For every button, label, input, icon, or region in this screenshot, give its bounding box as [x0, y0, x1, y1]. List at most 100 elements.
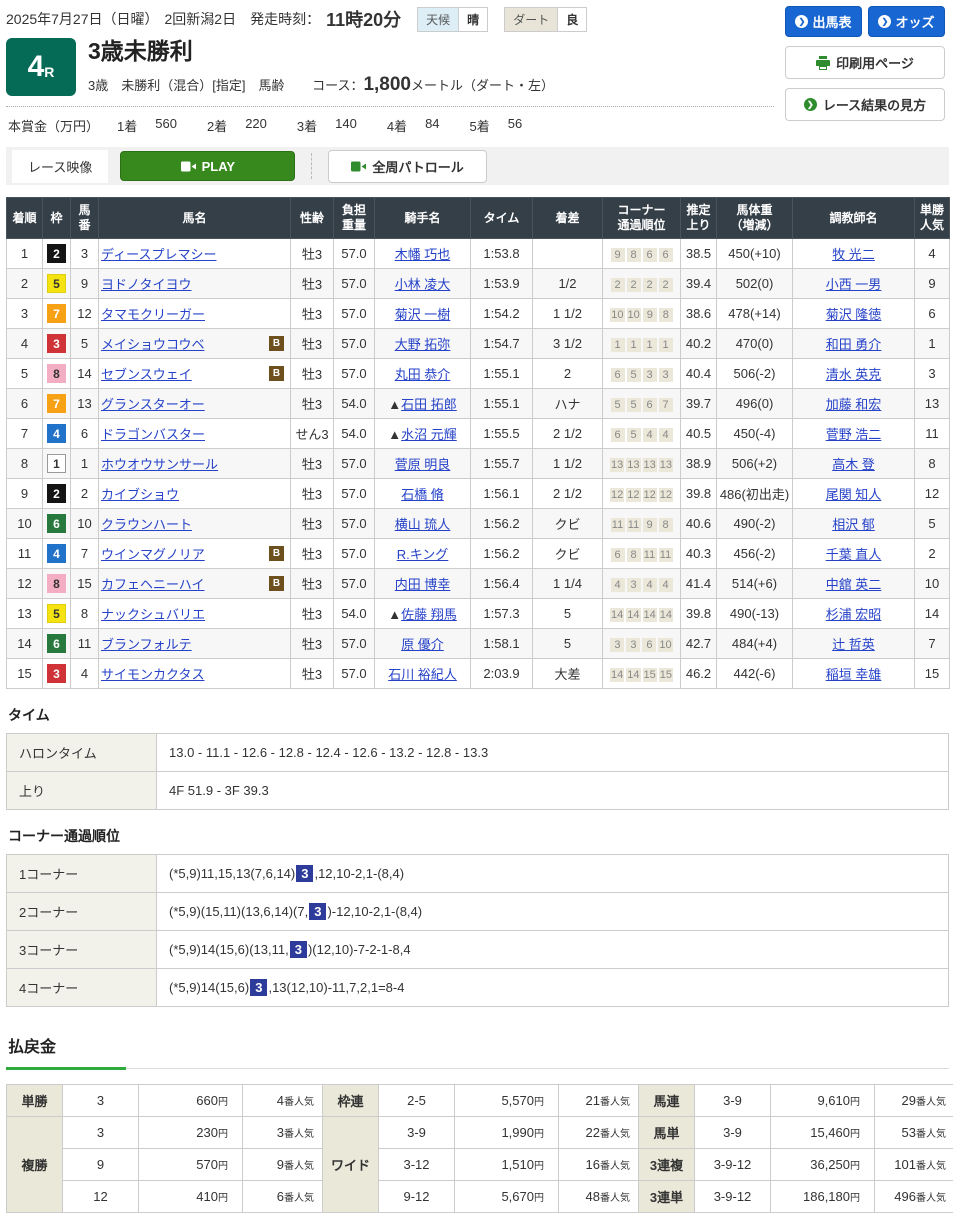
bet-combination: 3-12 [379, 1149, 455, 1181]
trainer-name-link[interactable]: 尾関 知人 [826, 487, 882, 502]
bet-combination: 3-9 [695, 1085, 771, 1117]
prize-label: 本賞金（万円） [8, 116, 99, 135]
jockey-name-link[interactable]: 石川 裕紀人 [388, 667, 457, 682]
trainer-name-link[interactable]: 清水 英克 [826, 367, 882, 382]
payout-row: 9570円9番人気3-121,510円16番人気3連複3-9-1236,250円… [7, 1149, 953, 1181]
vertical-divider [311, 153, 312, 179]
horse-name-link[interactable]: グランスターオー [101, 394, 205, 413]
jockey-name-link[interactable]: 菅原 明良 [395, 457, 451, 472]
finish-position: 9 [7, 479, 43, 509]
patrol-video-button[interactable]: 全周パトロール [328, 150, 486, 183]
jockey-name-link[interactable]: 木幡 巧也 [395, 247, 451, 262]
column-header: 調教師名 [793, 198, 915, 239]
waku-cell: 3 [43, 659, 71, 689]
popularity-suffix: 番人気 [284, 1097, 314, 1108]
trainer-name-link[interactable]: 小西 一男 [826, 277, 882, 292]
trainer-name-link[interactable]: 中舘 英二 [826, 577, 882, 592]
trainer-name-link[interactable]: 相沢 郁 [832, 517, 875, 532]
trainer-name-link[interactable]: 稲垣 幸雄 [826, 667, 882, 682]
jockey-name-link[interactable]: 小林 凌大 [395, 277, 451, 292]
sex-age: 牡3 [291, 509, 334, 539]
trainer-name-link[interactable]: 和田 勇介 [826, 337, 882, 352]
jockey-name-link[interactable]: 横山 琉人 [395, 517, 451, 532]
table-row: 1358ナックシュバリエ牡354.0▲佐藤 翔馬1:57.35141414143… [7, 599, 950, 629]
horse-name-link[interactable]: セブンスウェイ [101, 364, 192, 383]
trainer-name-link[interactable]: 牧 光二 [832, 247, 875, 262]
jockey-name-link[interactable]: 石田 拓郎 [401, 397, 457, 412]
column-header: コーナー 通過順位 [603, 198, 681, 239]
win-popularity: 10 [915, 569, 950, 599]
payout-popularity: 29番人気 [875, 1085, 953, 1117]
horse-name-link[interactable]: カフェヘニーハイ [101, 574, 204, 593]
horse-name-link[interactable]: ホウオウサンサール [101, 454, 218, 473]
carried-weight: 57.0 [334, 569, 375, 599]
sex-age: 牡3 [291, 479, 334, 509]
horse-name-link[interactable]: ディースプレマシー [101, 244, 216, 263]
bet-type-label: 3連複 [639, 1149, 695, 1181]
popularity-suffix: 番人気 [284, 1129, 314, 1140]
trainer-name-link[interactable]: 杉浦 宏昭 [826, 607, 882, 622]
horse-name-link[interactable]: サイモンカクタス [101, 664, 204, 683]
corner-pass: 8 [659, 308, 673, 322]
horse-name-link[interactable]: メイショウコウベ [101, 334, 204, 353]
prize-items: 1着5602着2203着1404着845着56 [117, 116, 552, 135]
waku-cell: 1 [43, 449, 71, 479]
payout-popularity: 9番人気 [243, 1149, 323, 1181]
jockey-name-link[interactable]: 菊沢 一樹 [395, 307, 451, 322]
last-3f-time: 41.4 [681, 569, 717, 599]
trainer-name-link[interactable]: 高木 登 [832, 457, 875, 472]
play-button[interactable]: PLAY [120, 151, 295, 181]
horse-weight: 486(初出走) [717, 479, 793, 509]
race-video-label: レース映像 [12, 150, 108, 183]
jockey-name-link[interactable]: 水沼 元輝 [401, 427, 457, 442]
odds-button[interactable]: ❯ オッズ [868, 6, 945, 37]
jockey-name-link[interactable]: 原 優介 [401, 637, 444, 652]
lap-label: ハロンタイム [7, 734, 157, 772]
table-row: 123ディースプレマシー牡357.0木幡 巧也1:53.8986638.5450… [7, 239, 950, 269]
shutsuba-button[interactable]: ❯ 出馬表 [785, 6, 862, 37]
horse-name-link[interactable]: ナックシュバリエ [101, 604, 205, 623]
corner-pass: 9 [643, 308, 657, 322]
corner-label: 1コーナー [7, 855, 157, 893]
horse-name-link[interactable]: ヨドノタイヨウ [101, 274, 191, 293]
column-header: 推定 上り [681, 198, 717, 239]
finish-position: 6 [7, 389, 43, 419]
horse-name-link[interactable]: タマモクリーガー [101, 304, 205, 323]
jockey-name-link[interactable]: 佐藤 翔馬 [401, 607, 457, 622]
waku-badge: 1 [47, 454, 66, 473]
weather-label: 天候 [418, 8, 458, 31]
trainer-name-link[interactable]: 菅野 浩二 [826, 427, 882, 442]
jockey-name-link[interactable]: R.キング [397, 547, 449, 562]
trainer-name-link[interactable]: 加藤 和宏 [826, 397, 882, 412]
jockey-name-link[interactable]: 石橋 脩 [401, 487, 444, 502]
waku-badge: 5 [47, 604, 66, 623]
horse-name-link[interactable]: ウインマグノリア [101, 544, 205, 563]
margin: 5 [533, 629, 603, 659]
jockey-cell: 木幡 巧也 [375, 239, 471, 269]
last-3f-time: 38.9 [681, 449, 717, 479]
horse-name-link[interactable]: ドラゴンバスター [101, 424, 205, 443]
trainer-name-link[interactable]: 千葉 直人 [826, 547, 882, 562]
corner-pass: 3 [659, 368, 673, 382]
last-3f-time: 40.3 [681, 539, 717, 569]
horse-name-link[interactable]: カイブショウ [101, 484, 179, 503]
jockey-cell: 大野 拓弥 [375, 329, 471, 359]
horse-number: 13 [71, 389, 99, 419]
trainer-name-link[interactable]: 辻 哲英 [832, 637, 875, 652]
trainer-name-link[interactable]: 菊沢 隆徳 [826, 307, 882, 322]
win-popularity: 8 [915, 449, 950, 479]
print-page-button[interactable]: 印刷用ページ [785, 46, 945, 79]
jockey-name-link[interactable]: 大野 拓弥 [395, 337, 451, 352]
finish-time: 1:58.1 [471, 629, 533, 659]
trainer-cell: 牧 光二 [793, 239, 915, 269]
last-3f-time: 42.7 [681, 629, 717, 659]
corner-pass: 9 [611, 248, 625, 262]
win-popularity: 7 [915, 629, 950, 659]
horse-name-link[interactable]: ブランフォルテ [101, 634, 192, 653]
result-guide-button[interactable]: ❯ レース結果の見方 [785, 88, 945, 121]
finish-position: 12 [7, 569, 43, 599]
jockey-name-link[interactable]: 内田 博幸 [395, 577, 451, 592]
sex-age: 牡3 [291, 389, 334, 419]
horse-name-link[interactable]: クラウンハート [101, 514, 192, 533]
jockey-name-link[interactable]: 丸田 恭介 [395, 367, 451, 382]
